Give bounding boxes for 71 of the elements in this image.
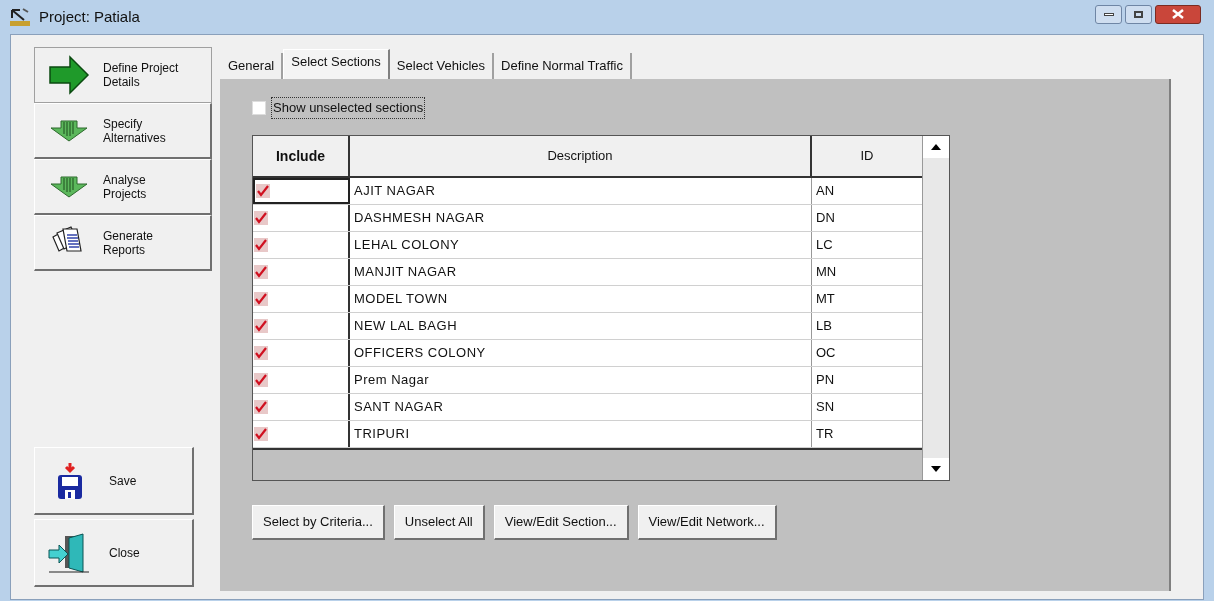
scrollbar[interactable] — [922, 136, 949, 480]
table-cell: MANJIT NAGAR — [350, 259, 812, 285]
include-cell[interactable] — [253, 178, 350, 204]
row-checkbox[interactable] — [254, 373, 268, 387]
nav-button[interactable]: Analyse Projects — [34, 159, 212, 215]
table-cell: SANT NAGAR — [350, 394, 812, 420]
action-button[interactable]: Select by Criteria... — [252, 505, 385, 540]
column-header: Include — [253, 136, 350, 176]
table-cell: NEW LAL BAGH — [350, 313, 812, 339]
checkbox-label[interactable]: Show unselected sections — [271, 97, 426, 119]
nav-button[interactable]: Define Project Details — [34, 47, 212, 103]
checkmark-icon — [255, 401, 267, 413]
table-cell: OFFICERS COLONY — [350, 340, 812, 366]
table-cell-text: MT — [815, 290, 836, 309]
table-cell-text: DN — [815, 209, 836, 228]
row-checkbox[interactable] — [254, 292, 268, 306]
action-button[interactable]: Close — [34, 519, 194, 587]
table-cell: MODEL TOWN — [350, 286, 812, 312]
include-cell[interactable] — [253, 421, 350, 447]
table-cell-text: OC — [815, 344, 837, 363]
checkmark-icon — [255, 212, 267, 224]
column-header: Description — [350, 136, 812, 176]
row-checkbox[interactable] — [254, 265, 268, 279]
maximize-button[interactable] — [1125, 4, 1152, 24]
table-cell: AJIT NAGAR — [350, 178, 812, 204]
table-cell-text: TR — [815, 425, 835, 444]
row-checkbox[interactable] — [254, 427, 268, 441]
checkmark-icon — [257, 185, 269, 197]
row-checkbox[interactable] — [254, 346, 268, 360]
close-button[interactable] — [1155, 4, 1201, 24]
table-cell: TRIPURI — [350, 421, 812, 447]
down-arrows-icon — [49, 175, 89, 198]
row-checkbox[interactable] — [254, 238, 268, 252]
arrow-icon — [48, 55, 90, 95]
table-cell-text: LC — [815, 236, 834, 255]
table-cell: DASHMESH NAGAR — [350, 205, 812, 231]
table-cell-text: LB — [815, 317, 833, 336]
action-button[interactable]: View/Edit Section... — [493, 505, 629, 540]
table-cell-text: SN — [815, 398, 836, 417]
down-arrows-icon — [49, 119, 89, 142]
tab[interactable]: Select Sections — [283, 49, 390, 79]
app-icon — [9, 7, 31, 27]
checkmark-icon — [255, 428, 267, 440]
table-cell-text: MN — [815, 263, 838, 282]
checkmark-icon — [255, 374, 267, 386]
checkbox[interactable] — [252, 101, 266, 115]
row-checkbox[interactable] — [254, 211, 268, 225]
checkmark-icon — [255, 239, 267, 251]
minimize-button[interactable] — [1095, 4, 1122, 24]
column-header: ID — [859, 147, 875, 166]
nav-button[interactable]: Generate Reports — [34, 215, 212, 271]
row-checkbox[interactable] — [254, 319, 268, 333]
row-checkbox[interactable] — [256, 184, 270, 198]
checkmark-icon — [255, 293, 267, 305]
table-cell: LEHAL COLONY — [350, 232, 812, 258]
window-title: Project: Patiala — [39, 6, 140, 27]
table-cell-text: PN — [815, 371, 836, 390]
table-cell-text: AN — [815, 182, 836, 201]
floppy-disk-icon — [56, 460, 84, 501]
checkmark-icon — [255, 347, 267, 359]
checkmark-icon — [255, 320, 267, 332]
scroll-down-icon[interactable] — [923, 458, 949, 480]
action-button[interactable]: Save — [34, 447, 194, 515]
checkmark-icon — [255, 266, 267, 278]
row-checkbox[interactable] — [254, 400, 268, 414]
table-cell: Prem Nagar — [350, 367, 812, 393]
close-icon — [1172, 9, 1184, 19]
action-button[interactable]: View/Edit Network... — [637, 505, 777, 540]
nav-button[interactable]: Specify Alternatives — [34, 103, 212, 159]
action-button[interactable]: Unselect All — [393, 505, 485, 540]
scroll-up-icon[interactable] — [923, 136, 949, 158]
